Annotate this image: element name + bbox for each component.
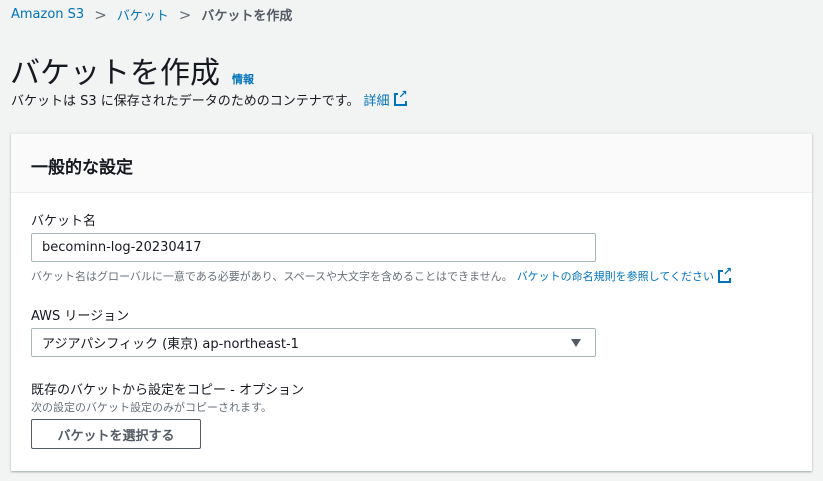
bucket-name-input[interactable]: becominn-log-20230417: [31, 233, 596, 262]
choose-bucket-button[interactable]: バケットを選択する: [31, 419, 201, 449]
info-link[interactable]: 情報: [232, 71, 254, 87]
copy-settings-label: 既存のバケットから設定をコピー - オプション: [31, 383, 304, 398]
page-description: バケットは S3 に保存されたデータのためのコンテナです。 詳細: [11, 89, 408, 109]
hint-text: バケット名はグローバルに一意である必要があり、スペースや大文字を含めることはでき…: [31, 270, 513, 283]
details-link[interactable]: 詳細: [364, 90, 390, 109]
panel-title: 一般的な設定: [11, 134, 812, 193]
caret-down-icon: [571, 339, 581, 347]
page-title-text: バケットを作成: [10, 56, 220, 91]
breadcrumb: Amazon S3 > バケット > バケットを作成: [11, 5, 293, 25]
breadcrumb-current: バケットを作成: [201, 9, 293, 24]
breadcrumb-s3[interactable]: Amazon S3: [11, 7, 84, 22]
region-value: アジアパシフィック (東京) ap-northeast-1: [42, 337, 299, 352]
page-title: バケットを作成 情報: [10, 48, 254, 92]
external-link-icon[interactable]: [393, 89, 408, 106]
region-select[interactable]: アジアパシフィック (東京) ap-northeast-1: [31, 328, 596, 357]
region-label: AWS リージョン: [31, 309, 130, 324]
general-settings-panel: 一般的な設定 バケット名 becominn-log-20230417 バケット名…: [11, 133, 812, 471]
chevron-right-icon: >: [94, 5, 107, 24]
bucket-name-label: バケット名: [31, 214, 97, 229]
description-text: バケットは S3 に保存されたデータのためのコンテナです。: [11, 94, 360, 109]
chevron-right-icon: >: [178, 5, 192, 24]
copy-settings-hint: 次の設定のバケット設定のみがコピーされます。: [31, 401, 272, 414]
breadcrumb-buckets[interactable]: バケット: [117, 5, 169, 24]
naming-rules-link[interactable]: バケットの命名規則を参照してください: [517, 268, 714, 284]
bucket-name-hint: バケット名はグローバルに一意である必要があり、スペースや大文字を含めることはでき…: [31, 265, 733, 284]
external-link-icon[interactable]: [718, 265, 733, 283]
